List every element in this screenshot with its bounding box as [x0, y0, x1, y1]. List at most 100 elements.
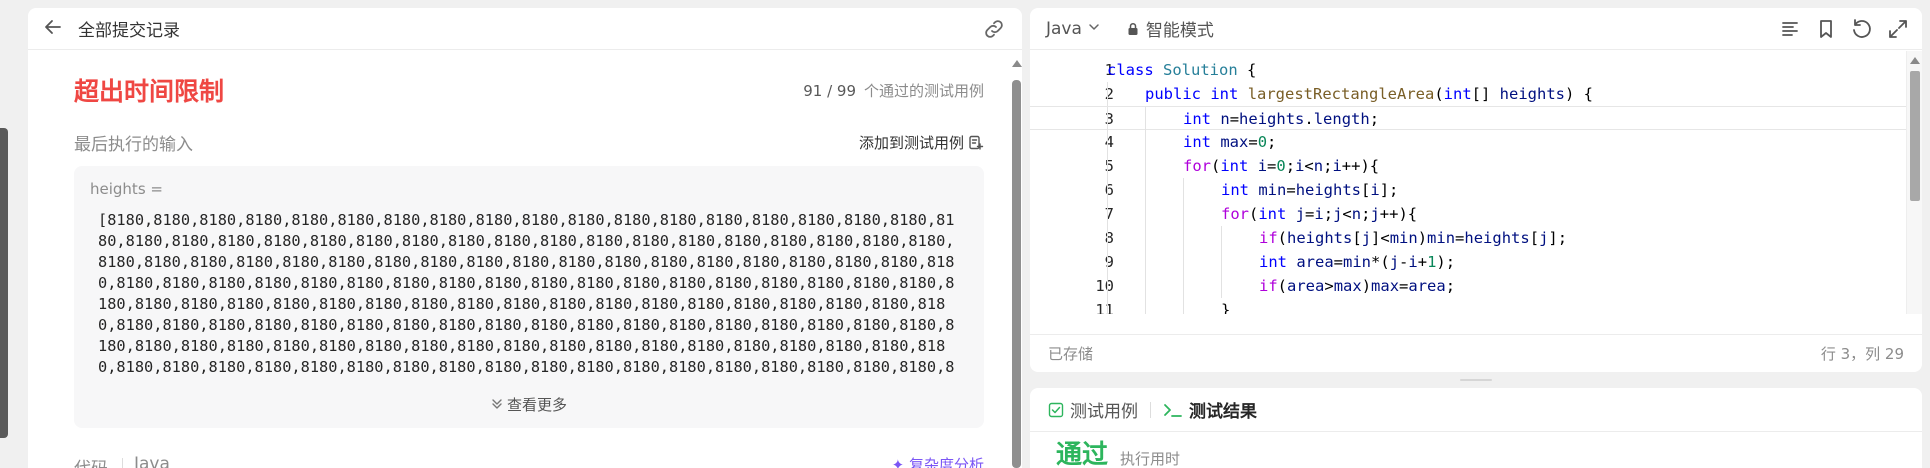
code-token: j — [1539, 229, 1549, 247]
code-line[interactable]: 7 for(int j=i;j<n;j++){ — [1030, 202, 1906, 226]
code-token: i — [1314, 205, 1324, 223]
code-line[interactable]: 4 int max=0; — [1030, 130, 1906, 154]
editor-scroll-up-icon[interactable] — [1910, 57, 1920, 64]
code-token: int — [1258, 205, 1287, 223]
code-token: max — [1371, 277, 1400, 295]
submission-title: 全部提交记录 — [78, 21, 180, 41]
indent-guide — [1145, 274, 1146, 298]
code-token: = — [1267, 157, 1277, 175]
code-token: = — [1229, 110, 1240, 128]
pass-count-label: 个通过的测试用例 — [863, 82, 984, 100]
scroll-thumb[interactable] — [1012, 80, 1021, 468]
add-to-testcase-label: 添加到测试用例 — [858, 134, 964, 152]
code-line[interactable]: 6 int min=heights[i]; — [1030, 178, 1906, 202]
code-line[interactable]: 3 int n=heights.length; — [1030, 106, 1906, 131]
code-token: ( — [1277, 277, 1288, 295]
line-number: 9 — [1104, 253, 1114, 271]
line-number: 10 — [1095, 277, 1114, 295]
editor-scrollbar[interactable] — [1906, 51, 1922, 314]
code-token: j — [1295, 205, 1306, 223]
tab-test-cases[interactable]: 测试用例 — [1048, 397, 1138, 422]
code-token: ) — [1361, 277, 1372, 295]
editor-header: Java 智能模式 — [1030, 8, 1922, 50]
bookmark-icon[interactable] — [1814, 17, 1838, 41]
code-token: = — [1305, 205, 1315, 223]
tab-test-result-label: 测试结果 — [1189, 402, 1257, 422]
last-input-row: 最后执行的输入 添加到测试用例 — [74, 130, 984, 155]
indent-guide — [1107, 130, 1108, 154]
indent-guide — [1107, 274, 1108, 298]
code-token: = — [1248, 133, 1258, 151]
vertical-splitter[interactable] — [1022, 0, 1030, 468]
indent-guide — [1145, 178, 1146, 202]
code-token: heights — [1464, 229, 1530, 247]
expand-icon[interactable] — [1886, 17, 1910, 41]
add-to-testcase-button[interactable]: 添加到测试用例 — [859, 132, 984, 153]
line-text: public int largestRectangleArea(int[] he… — [1145, 82, 1593, 106]
code-line[interactable]: 10 if(area>max)max=area; — [1030, 274, 1906, 298]
code-token: [ — [1529, 229, 1540, 247]
indent-guide — [1221, 250, 1222, 274]
horizontal-splitter[interactable] — [1030, 372, 1922, 388]
code-line[interactable]: 5 for(int i=0;i<n;i++){ — [1030, 154, 1906, 178]
code-token: ++){ — [1379, 205, 1418, 223]
code-token: 0 — [1276, 157, 1286, 175]
code-token: j — [1389, 253, 1400, 271]
code-line[interactable]: 11} — [1030, 298, 1906, 314]
scroll-up-arrow-icon[interactable] — [1012, 60, 1022, 67]
back-arrow-icon[interactable] — [44, 18, 68, 39]
code-token: n — [1351, 205, 1362, 223]
code-token: heights — [1239, 110, 1305, 128]
code-token: . — [1304, 110, 1314, 128]
link-icon[interactable] — [982, 17, 1006, 41]
indent-guide — [1107, 107, 1108, 131]
code-line[interactable]: 2 public int largestRectangleArea(int[] h… — [1030, 82, 1906, 106]
line-number: 5 — [1104, 157, 1114, 175]
line-number: 2 — [1104, 85, 1114, 103]
code-token: 1 — [1427, 253, 1437, 271]
code-token: int — [1221, 181, 1249, 199]
smart-mode-label: 智能模式 — [1145, 21, 1214, 41]
code-token: ; — [1323, 205, 1334, 223]
code-line[interactable]: 8 if(heights[j]<min)min=heights[j]; — [1030, 226, 1906, 250]
indent-guide — [1221, 226, 1222, 250]
code-token: int — [1443, 85, 1472, 103]
code-line[interactable]: 1 class Solution { — [1030, 58, 1906, 82]
splitter-grip[interactable] — [1460, 379, 1492, 381]
indent-guide — [1145, 298, 1146, 314]
code-area[interactable]: 1 class Solution { 2 public int largestRect… — [1030, 51, 1906, 314]
right-edge — [1922, 0, 1930, 468]
complexity-analysis-button[interactable]: ✦ 复杂度分析 — [892, 454, 984, 468]
test-result-body: 通过 执行用时 — [1056, 440, 1180, 468]
indent-guide — [1107, 82, 1108, 106]
code-token: = — [1455, 229, 1465, 247]
indent-guide — [1145, 154, 1146, 178]
submission-scrollbar[interactable] — [1010, 50, 1022, 468]
reset-icon[interactable] — [1850, 17, 1874, 41]
code-token: max — [1220, 133, 1249, 151]
left-edge-handle[interactable] — [0, 128, 8, 438]
code-token: area — [1408, 277, 1446, 295]
language-select[interactable]: Java — [1046, 19, 1100, 39]
code-token: length — [1313, 110, 1370, 128]
code-token: ++){ — [1341, 157, 1380, 175]
view-more-button[interactable]: 查看更多 — [74, 394, 984, 415]
tab-test-result[interactable]: 测试结果 — [1163, 397, 1257, 422]
code-token: heights — [1287, 229, 1353, 247]
indent-guide — [1107, 298, 1108, 314]
code-token: ]< — [1371, 229, 1390, 247]
format-icon[interactable] — [1778, 17, 1802, 41]
sparkle-icon: ✦ — [891, 456, 905, 468]
code-token: ( — [1211, 157, 1221, 175]
code-token: heights — [1295, 181, 1362, 199]
code-line[interactable]: 9 int area=min*(j-i+1); — [1030, 250, 1906, 274]
code-token: j — [1370, 205, 1380, 223]
code-token: class — [1107, 61, 1154, 79]
pass-count-number: 91 / 99 — [803, 82, 856, 100]
editor-scroll-thumb[interactable] — [1910, 71, 1920, 201]
line-text: } — [1221, 298, 1230, 314]
smart-mode-toggle[interactable]: 智能模式 — [1126, 16, 1214, 41]
code-row: 代码 Java ✦ 复杂度分析 — [74, 454, 984, 468]
